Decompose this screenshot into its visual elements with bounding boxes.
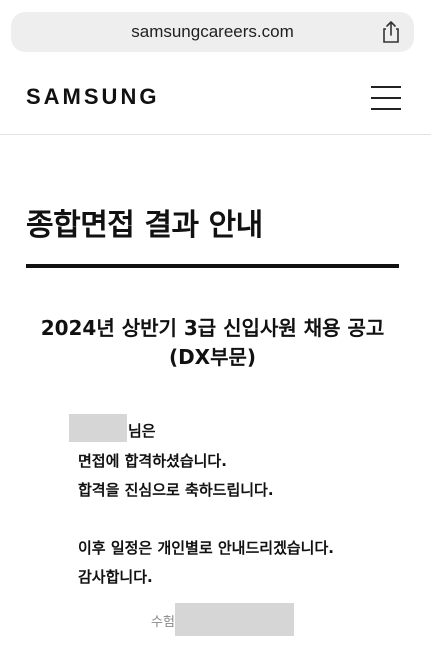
result-message-line-1: 면접에 합격하셨습니다. xyxy=(78,452,227,470)
url-text[interactable]: samsungcareers.com xyxy=(11,22,414,42)
hamburger-menu-icon[interactable] xyxy=(371,86,401,110)
browser-toolbar: samsungcareers.com xyxy=(0,0,431,62)
title-divider xyxy=(26,264,399,268)
subtitle-line-1: 2024년 상반기 3급 신입사원 채용 공고 xyxy=(40,316,385,340)
result-message-line-4: 감사합니다. xyxy=(78,568,153,586)
redacted-applicant-name xyxy=(69,414,127,442)
redacted-exam-number xyxy=(175,603,294,636)
site-header: SAMSUNG xyxy=(0,62,431,135)
name-suffix: 님은 xyxy=(128,422,156,440)
share-icon[interactable] xyxy=(380,20,402,44)
address-bar[interactable]: samsungcareers.com xyxy=(11,12,414,52)
recruitment-notice-title: 2024년 상반기 3급 신입사원 채용 공고 (DX부문) xyxy=(26,314,399,372)
subtitle-line-2: (DX부문) xyxy=(168,345,257,369)
result-message-line-3: 이후 일정은 개인별로 안내드리겠습니다. xyxy=(78,539,334,557)
samsung-logo[interactable]: SAMSUNG xyxy=(26,84,159,110)
page-title: 종합면접 결과 안내 xyxy=(26,208,263,243)
exam-number-label: 수험 xyxy=(151,615,175,630)
result-message-line-2: 합격을 진심으로 축하드립니다. xyxy=(78,481,274,499)
